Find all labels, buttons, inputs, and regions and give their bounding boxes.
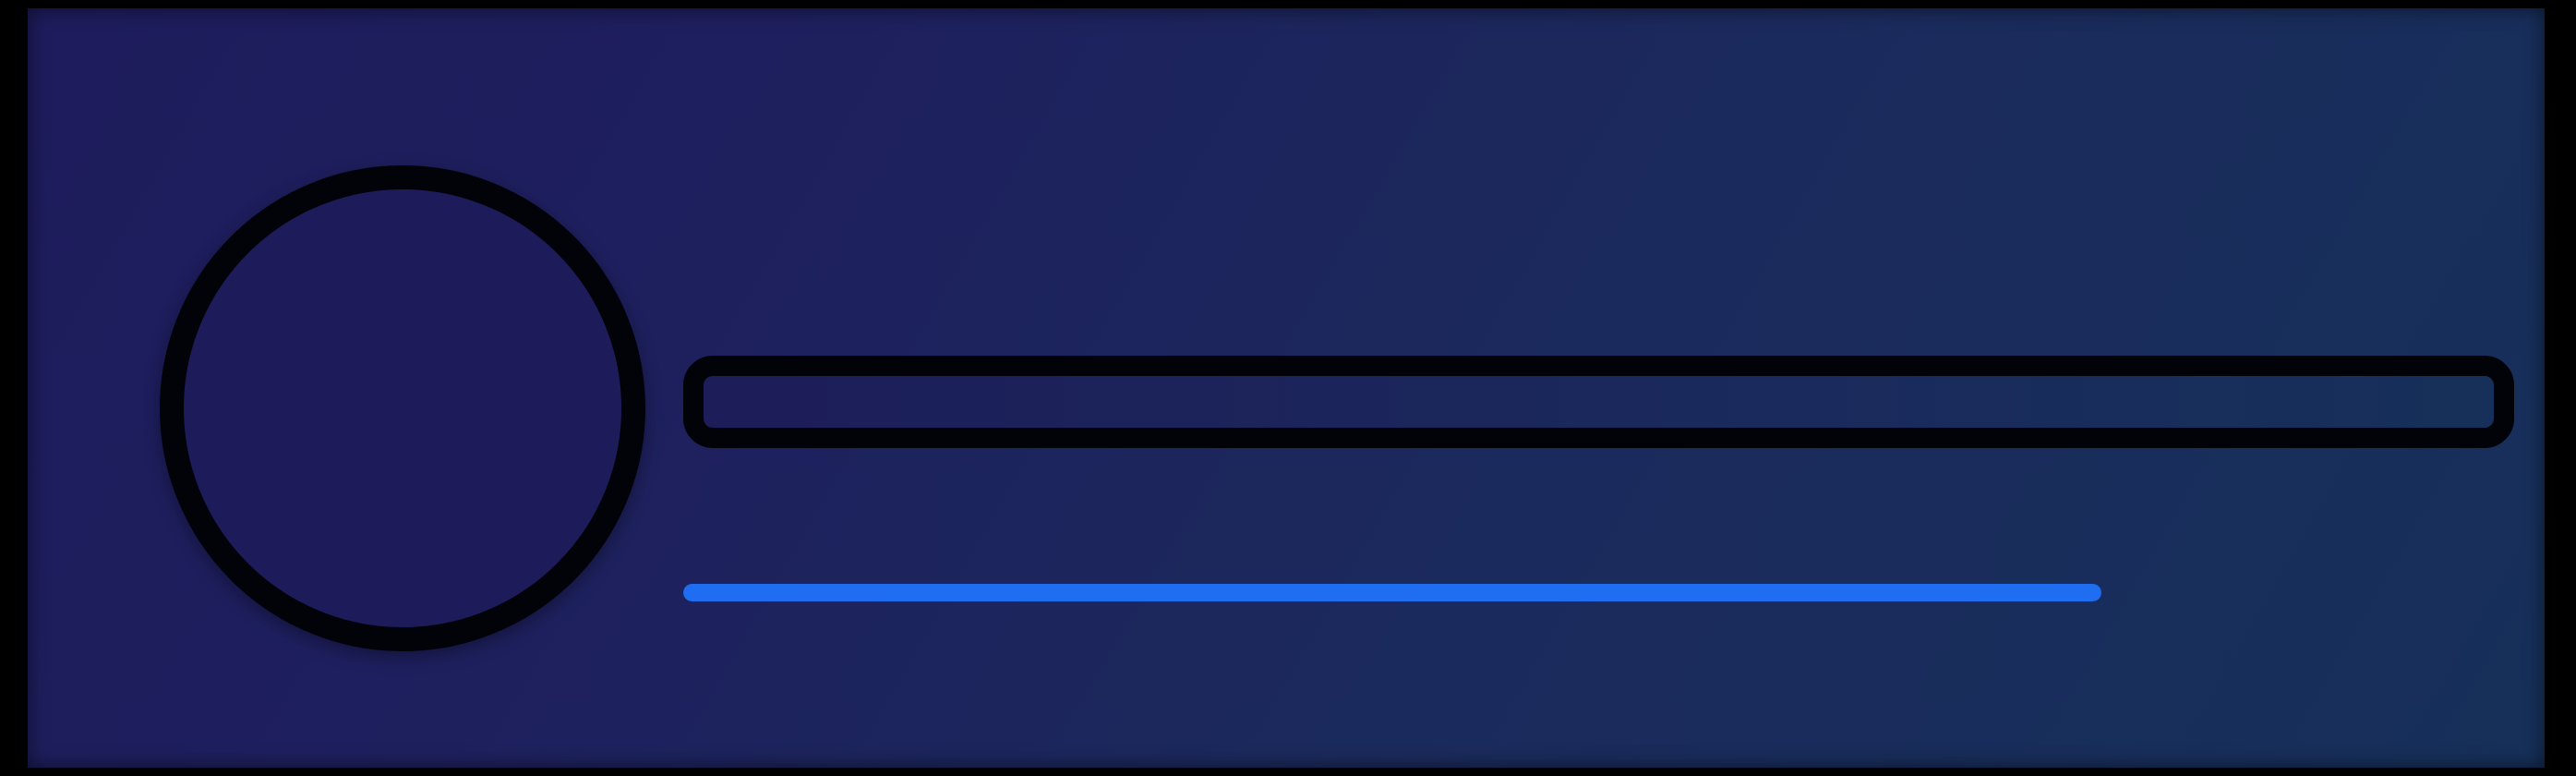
progress-bar-fill [683, 584, 2101, 601]
screen-frame [0, 0, 2576, 776]
progress-bar [683, 584, 2101, 601]
avatar-placeholder-icon[interactable] [160, 165, 645, 651]
text-input-bar[interactable] [683, 356, 2514, 448]
profile-card [28, 8, 2545, 768]
